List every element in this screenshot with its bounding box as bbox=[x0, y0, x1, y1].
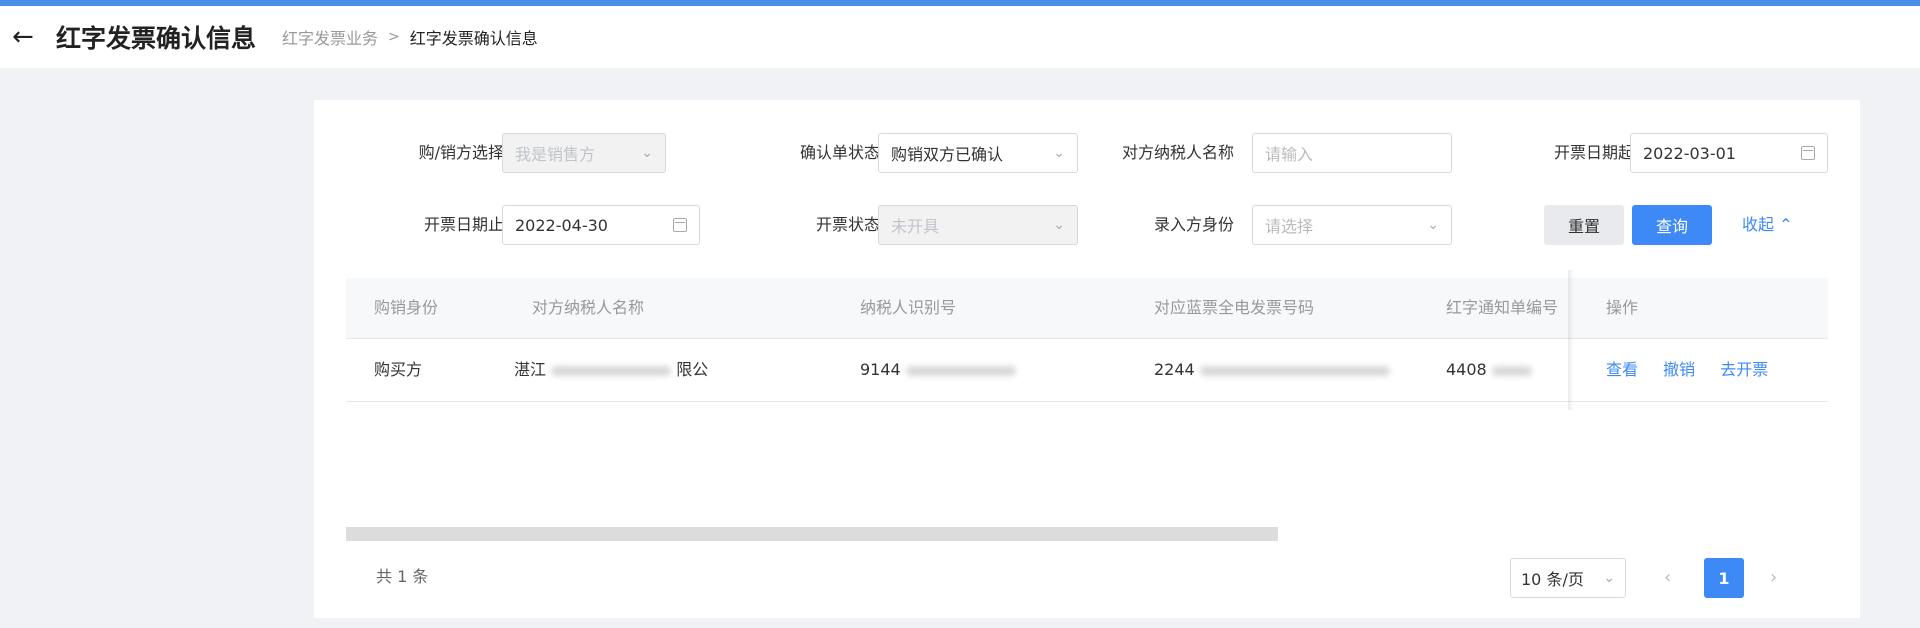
redacted-blur bbox=[551, 365, 672, 376]
date-end-label: 开票日期止 bbox=[423, 215, 504, 234]
view-link[interactable]: 查看 bbox=[1606, 360, 1638, 379]
invoice-status-label: 开票状态 bbox=[815, 215, 880, 234]
date-end-value: 2022-04-30 bbox=[515, 215, 608, 235]
entry-identity-placeholder: 请选择 bbox=[1265, 217, 1314, 236]
cell-operations: 查看 撤销 去开票 bbox=[1606, 339, 1788, 401]
breadcrumb-current: 红字发票确认信息 bbox=[409, 29, 538, 48]
name-end: 限公 bbox=[676, 360, 709, 379]
query-button[interactable]: 查询 bbox=[1632, 205, 1712, 245]
revoke-link[interactable]: 撤销 bbox=[1663, 360, 1695, 379]
date-end-picker[interactable]: 2022-04-30 bbox=[502, 205, 700, 245]
cell-counterparty-name: 湛江 限公 bbox=[514, 339, 708, 401]
calendar-icon bbox=[673, 218, 687, 232]
page-size-select[interactable]: 10 条/页 ⌄ bbox=[1510, 558, 1626, 598]
confirm-status-value: 购销双方已确认 bbox=[891, 145, 1004, 164]
cell-invoice-no: 2244 bbox=[1154, 339, 1390, 401]
calendar-icon bbox=[1801, 146, 1815, 160]
collapse-label: 收起 bbox=[1742, 215, 1775, 234]
invoice-status-select[interactable]: 未开具 ⌄ bbox=[878, 205, 1078, 245]
buyer-seller-label: 购/销方选择 bbox=[418, 143, 504, 162]
reset-button[interactable]: 重置 bbox=[1544, 205, 1624, 245]
counterparty-name-input[interactable]: 请输入 bbox=[1252, 133, 1452, 173]
breadcrumb-parent[interactable]: 红字发票业务 bbox=[282, 25, 378, 49]
column-header: 对方纳税人名称 bbox=[532, 298, 645, 317]
collapse-toggle[interactable]: 收起 ⌃ bbox=[1742, 205, 1793, 245]
redacted-blur bbox=[905, 365, 1016, 376]
issue-invoice-link[interactable]: 去开票 bbox=[1720, 360, 1768, 379]
redacted-blur bbox=[1491, 365, 1532, 376]
name-start: 湛江 bbox=[514, 360, 547, 379]
counterparty-name-placeholder: 请输入 bbox=[1265, 145, 1314, 164]
next-page-icon[interactable]: › bbox=[1770, 558, 1777, 598]
chevron-down-icon: ⌄ bbox=[1053, 145, 1065, 161]
column-header: 对应蓝票全电发票号码 bbox=[1154, 298, 1315, 317]
horizontal-scrollbar[interactable] bbox=[346, 527, 1278, 541]
cell-tax-id: 9144 bbox=[860, 339, 1016, 401]
table-header: 购销身份 对方纳税人名称 纳税人识别号 对应蓝票全电发票号码 红字通知单编号 操… bbox=[346, 278, 1828, 339]
entry-identity-label: 录入方身份 bbox=[1153, 215, 1234, 234]
tax-id-text: 9144 bbox=[860, 360, 901, 379]
chevron-down-icon: ⌄ bbox=[641, 145, 653, 161]
breadcrumb: 红字发票业务 > 红字发票确认信息 bbox=[282, 25, 538, 49]
page-header: ← 红字发票确认信息 红字发票业务 > 红字发票确认信息 bbox=[0, 6, 1920, 68]
redacted-blur bbox=[1199, 365, 1390, 376]
content-card: 购/销方选择 我是销售方 ⌄ 确认单状态 购销双方已确认 ⌄ 对方纳税人名称 请… bbox=[314, 100, 1860, 618]
counterparty-name-label: 对方纳税人名称 bbox=[1121, 143, 1234, 162]
chevron-down-icon: ⌄ bbox=[1427, 217, 1439, 233]
cell-notice-no: 4408 bbox=[1446, 339, 1532, 401]
chevron-down-icon: ⌄ bbox=[1603, 570, 1615, 586]
date-start-value: 2022-03-01 bbox=[1643, 143, 1736, 163]
fixed-column-shadow bbox=[1568, 270, 1574, 410]
cell-identity: 购买方 bbox=[374, 360, 423, 379]
column-header: 红字通知单编号 bbox=[1446, 298, 1559, 317]
column-header: 纳税人识别号 bbox=[860, 298, 957, 317]
page-size-value: 10 条/页 bbox=[1521, 570, 1584, 589]
confirm-status-label: 确认单状态 bbox=[799, 143, 880, 162]
breadcrumb-separator-icon: > bbox=[388, 29, 400, 45]
confirm-status-select[interactable]: 购销双方已确认 ⌄ bbox=[878, 133, 1078, 173]
column-header: 操作 bbox=[1606, 298, 1639, 317]
date-start-picker[interactable]: 2022-03-01 bbox=[1630, 133, 1828, 173]
arrow-left-icon[interactable]: ← bbox=[12, 24, 42, 50]
buyer-seller-select[interactable]: 我是销售方 ⌄ bbox=[502, 133, 666, 173]
chevron-up-icon: ⌃ bbox=[1779, 215, 1793, 234]
date-start-label: 开票日期起 bbox=[1553, 143, 1634, 162]
column-header: 购销身份 bbox=[374, 298, 439, 317]
buyer-seller-value: 我是销售方 bbox=[515, 145, 596, 164]
invoice-no-text: 2244 bbox=[1154, 360, 1195, 379]
chevron-down-icon: ⌄ bbox=[1053, 217, 1065, 233]
page-number-current[interactable]: 1 bbox=[1704, 558, 1744, 598]
total-count: 共 1 条 bbox=[376, 567, 429, 586]
entry-identity-select[interactable]: 请选择 ⌄ bbox=[1252, 205, 1452, 245]
table-row: 购买方 湛江 限公 9144 2244 4408 查看 撤销 去开票 bbox=[346, 339, 1828, 402]
notice-no-text: 4408 bbox=[1446, 360, 1487, 379]
page-title: 红字发票确认信息 bbox=[56, 24, 257, 53]
prev-page-icon[interactable]: ‹ bbox=[1664, 558, 1671, 598]
invoice-status-value: 未开具 bbox=[891, 217, 940, 236]
